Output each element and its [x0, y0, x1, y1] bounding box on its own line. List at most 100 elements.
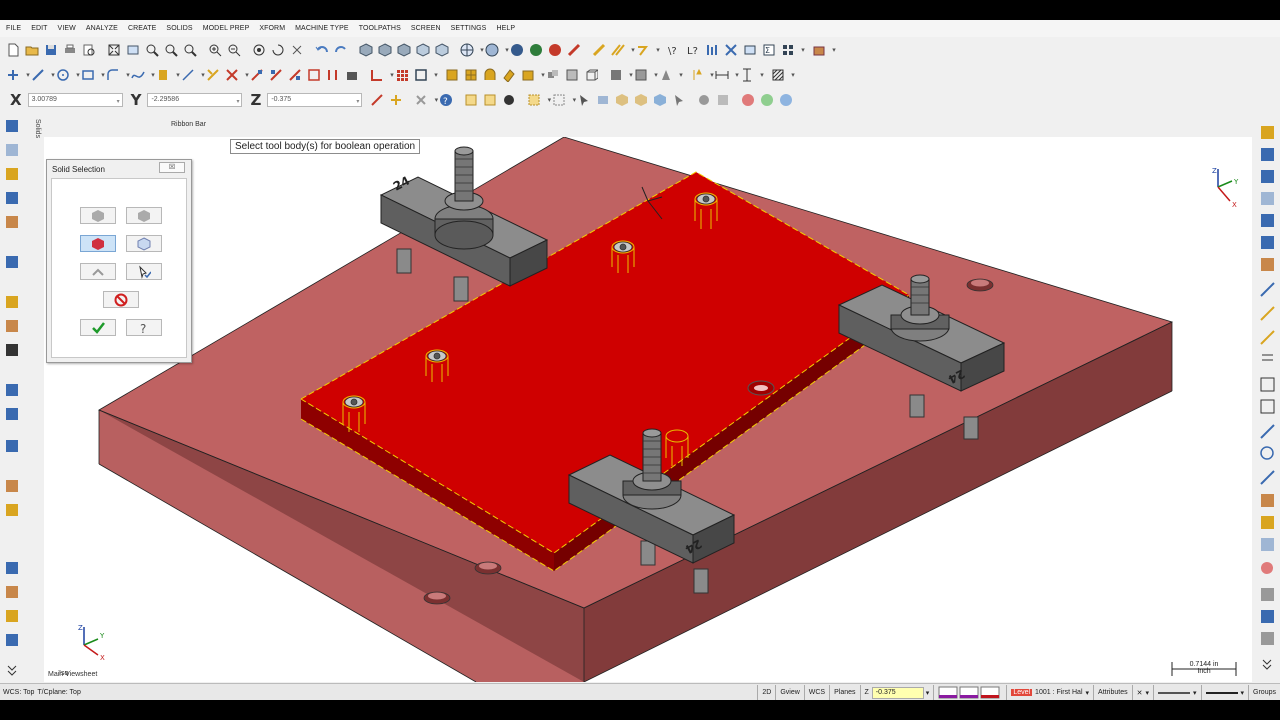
- analyze-icon[interactable]: \?: [667, 43, 681, 57]
- solid-tool-icon[interactable]: [6, 408, 18, 420]
- right-tool-icon[interactable]: [1260, 399, 1275, 414]
- right-tool-icon[interactable]: [1261, 192, 1274, 205]
- fit-screen-icon[interactable]: [107, 43, 121, 57]
- rotate-icon[interactable]: [252, 43, 266, 57]
- solid-tool-icon[interactable]: [6, 480, 18, 492]
- shaded-edges-icon[interactable]: [529, 43, 543, 57]
- solid-tool-icon[interactable]: [6, 586, 18, 598]
- menu-view[interactable]: VIEW: [58, 25, 76, 32]
- menu-machine-type[interactable]: MACHINE TYPE: [295, 25, 349, 32]
- solid-tool-icon[interactable]: [6, 610, 18, 622]
- rotate-xform-icon[interactable]: [269, 68, 283, 82]
- x-coordinate-field[interactable]: 3.00789 ▾: [27, 93, 123, 107]
- xform-menu-icon[interactable]: [414, 68, 428, 82]
- right-tool-icon[interactable]: [1261, 170, 1274, 183]
- right-tool-icon[interactable]: [1261, 538, 1274, 551]
- level-control[interactable]: Level 1001 : First Hal ▾: [1006, 685, 1093, 700]
- solid-color-icon[interactable]: [980, 686, 1000, 699]
- right-tool-icon[interactable]: [1261, 516, 1274, 529]
- array-icon[interactable]: [395, 68, 409, 82]
- menu-analyze[interactable]: ANALYZE: [86, 25, 118, 32]
- dimension-icon[interactable]: [370, 68, 384, 82]
- solid-tool-icon[interactable]: [6, 440, 18, 452]
- toggle-select-icon[interactable]: [716, 93, 730, 107]
- select-face-button[interactable]: [126, 235, 162, 252]
- ok-circle-icon[interactable]: [760, 93, 774, 107]
- surface-icon[interactable]: [156, 68, 170, 82]
- right-tool-icon[interactable]: [1261, 258, 1274, 271]
- previous-button[interactable]: [80, 263, 116, 280]
- edge-select-icon[interactable]: [634, 93, 648, 107]
- circle-icon[interactable]: [56, 68, 70, 82]
- help-icon[interactable]: ?: [439, 93, 453, 107]
- viewsheet-tab[interactable]: Main Viewsheet: [44, 671, 108, 682]
- right-tool-icon[interactable]: [1261, 588, 1274, 601]
- solid-tool-icon[interactable]: [6, 144, 18, 156]
- view-right-icon[interactable]: [397, 42, 411, 57]
- chevron-down-icon[interactable]: ▾: [1193, 689, 1197, 697]
- menu-edit[interactable]: EDIT: [31, 25, 47, 32]
- plugin-icon[interactable]: [812, 43, 826, 57]
- solid-tool-icon[interactable]: [6, 296, 18, 308]
- undo-icon[interactable]: [315, 43, 329, 57]
- chevron-down-icon[interactable]: ▾: [356, 96, 359, 108]
- tool-manager-icon[interactable]: [724, 43, 738, 57]
- groups-button[interactable]: Groups: [1248, 685, 1280, 700]
- boolean-icon[interactable]: [546, 68, 560, 82]
- redo-icon[interactable]: [334, 43, 348, 57]
- menu-model-prep[interactable]: MODEL PREP: [203, 25, 250, 32]
- sphere-icon[interactable]: [485, 43, 499, 57]
- right-tool-icon[interactable]: [1261, 126, 1274, 139]
- hatch-icon[interactable]: [771, 68, 785, 82]
- expand-chevron-icon[interactable]: [7, 665, 17, 676]
- analyze-chain-icon[interactable]: [705, 43, 719, 57]
- fillet-icon[interactable]: [106, 68, 120, 82]
- chevron-down-icon[interactable]: ▾: [1145, 689, 1149, 697]
- print-icon[interactable]: [63, 43, 77, 57]
- mode-2d-button[interactable]: 2D: [757, 685, 775, 700]
- solid-tool-icon[interactable]: [6, 562, 18, 574]
- clear-icon[interactable]: [414, 93, 428, 107]
- y-coordinate-field[interactable]: -2.29586 ▾: [147, 93, 243, 107]
- planes-button[interactable]: Planes: [829, 685, 859, 700]
- translucency-icon[interactable]: [567, 43, 581, 57]
- drill-icon[interactable]: [609, 68, 623, 82]
- solid-tool-icon[interactable]: [6, 216, 18, 228]
- selection-mode-icon[interactable]: [527, 93, 541, 107]
- globe-icon[interactable]: [460, 43, 474, 57]
- right-tool-icon[interactable]: [1261, 214, 1274, 227]
- graphics-viewport[interactable]: 24 24 24 Z Y X Z Y X Select tool body(s)…: [44, 137, 1252, 682]
- revolve-icon[interactable]: [464, 68, 478, 82]
- solid-tool-icon[interactable]: [6, 192, 18, 204]
- verify-selection-button[interactable]: [126, 263, 162, 280]
- trim-icon[interactable]: [206, 68, 220, 82]
- view-iso-icon[interactable]: [416, 42, 430, 57]
- right-tool-icon[interactable]: [1260, 306, 1275, 321]
- ok-button[interactable]: [80, 319, 116, 336]
- dynamic-rotate-icon[interactable]: [271, 43, 285, 57]
- solid-tool-icon[interactable]: [6, 320, 18, 332]
- loft-icon[interactable]: [502, 68, 516, 82]
- right-tool-icon[interactable]: [1260, 446, 1274, 460]
- z-depth-field[interactable]: -0.375: [871, 686, 924, 699]
- right-tool-icon[interactable]: [1261, 236, 1274, 249]
- menu-create[interactable]: CREATE: [128, 25, 156, 32]
- solid-fillet-icon[interactable]: [521, 68, 535, 82]
- open-folder-icon[interactable]: [25, 43, 39, 57]
- pencil-icon[interactable]: [592, 43, 606, 57]
- verify-select-icon[interactable]: [697, 93, 711, 107]
- select-body-button[interactable]: [80, 207, 116, 224]
- screen-icon[interactable]: [743, 43, 757, 57]
- select-feature-button[interactable]: [126, 207, 162, 224]
- help-button[interactable]: ?: [126, 319, 162, 336]
- fast-point-icon[interactable]: [370, 93, 384, 107]
- shell-icon[interactable]: [565, 68, 579, 82]
- projection-icon[interactable]: [345, 68, 359, 82]
- window-zoom-icon[interactable]: [126, 43, 140, 57]
- solid-tool-icon[interactable]: [6, 168, 18, 180]
- wcs-button[interactable]: WCS: [803, 685, 829, 700]
- chevron-down-icon[interactable]: ▾: [1086, 689, 1090, 697]
- zoom-selected-icon[interactable]: [183, 43, 197, 57]
- solid-tool-icon[interactable]: [6, 634, 18, 646]
- menu-solids[interactable]: SOLIDS: [166, 25, 192, 32]
